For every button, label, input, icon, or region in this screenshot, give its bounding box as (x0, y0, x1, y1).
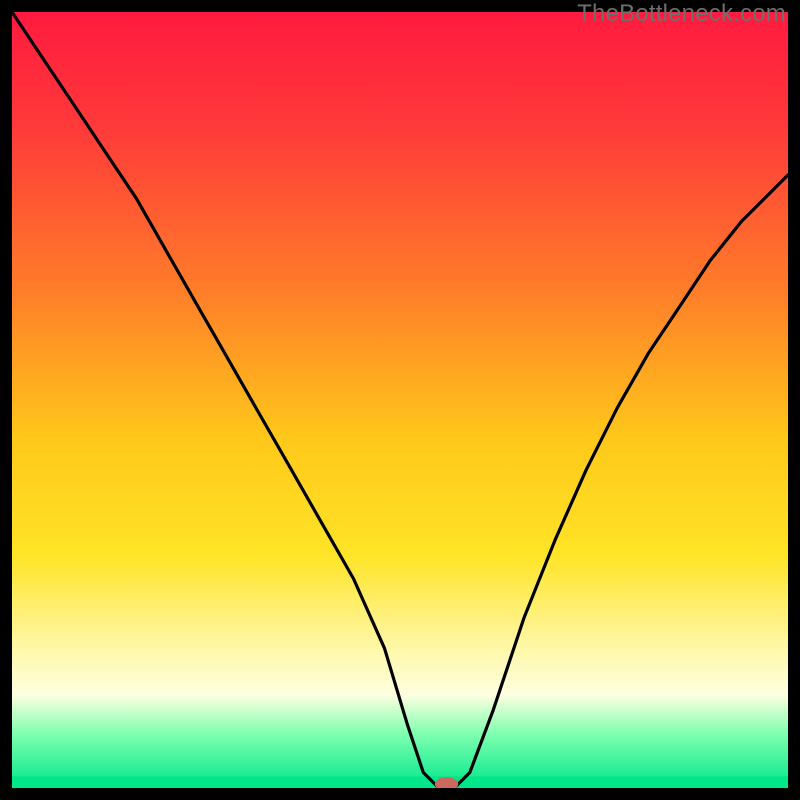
bottleneck-chart (12, 12, 788, 788)
watermark-label: TheBottleneck.com (577, 0, 786, 28)
chart-background (12, 12, 788, 788)
chart-frame (12, 12, 788, 788)
floor-band (12, 776, 788, 788)
